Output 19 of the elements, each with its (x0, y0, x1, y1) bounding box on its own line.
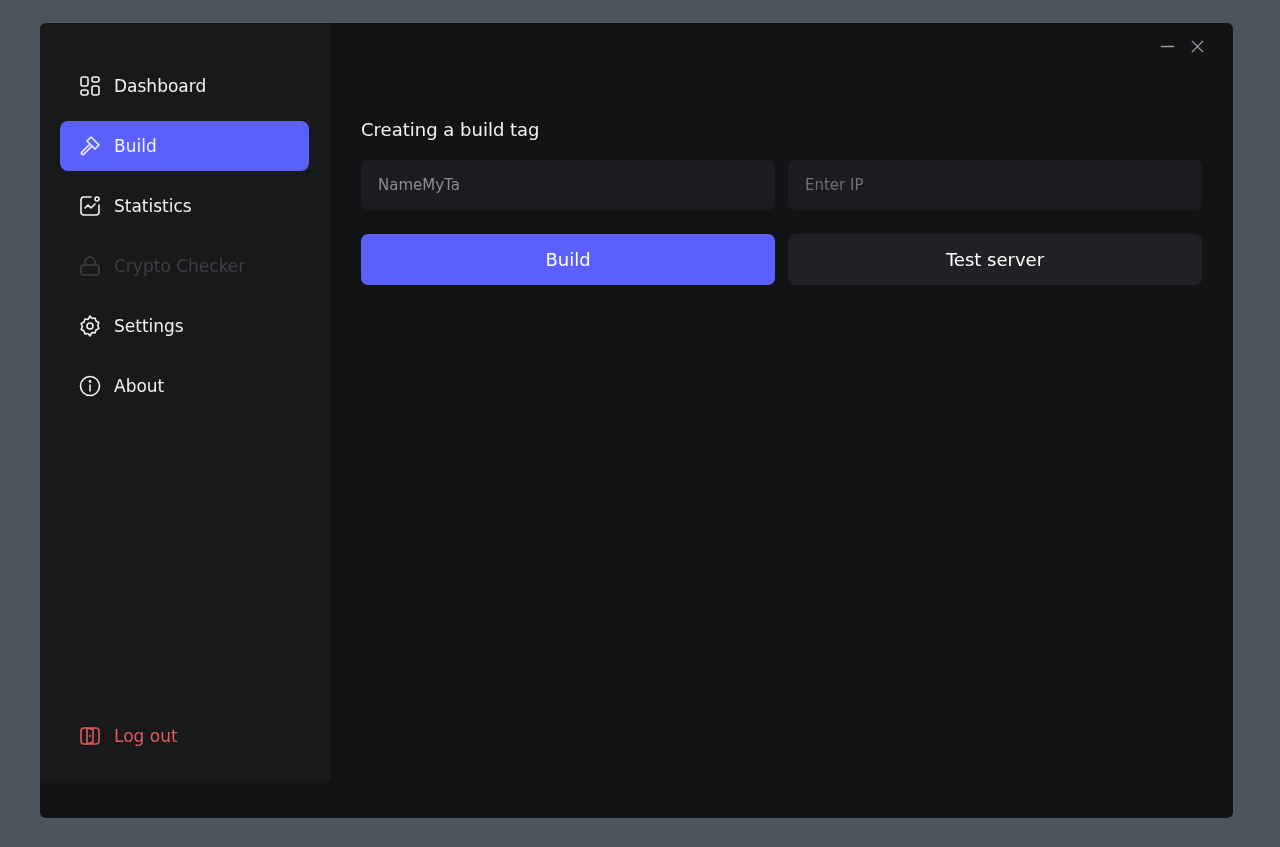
hammer-icon (78, 134, 102, 158)
tag-name-field[interactable]: NameMyTa (361, 160, 775, 210)
sidebar-item[interactable]: Settings (60, 301, 309, 351)
sidebar-item[interactable]: Build (60, 121, 309, 171)
form-title: Creating a build tag (361, 119, 541, 140)
build-button[interactable]: Build (361, 234, 775, 285)
logout-button[interactable]: Log out (60, 711, 309, 761)
sidebar-item[interactable]: Dashboard (60, 61, 309, 111)
sidebar-item[interactable]: Statistics (60, 181, 309, 231)
sidebar-item[interactable]: About (60, 361, 309, 411)
settings-icon (78, 314, 102, 338)
chart-icon (78, 194, 102, 218)
ip-field[interactable]: Enter IP (788, 160, 1202, 210)
grid-icon (78, 74, 102, 98)
door-icon (78, 724, 102, 748)
test-server-button[interactable]: Test server (788, 234, 1202, 285)
close-icon[interactable] (1190, 39, 1205, 54)
info-icon (78, 374, 102, 398)
lock-icon (78, 254, 102, 278)
